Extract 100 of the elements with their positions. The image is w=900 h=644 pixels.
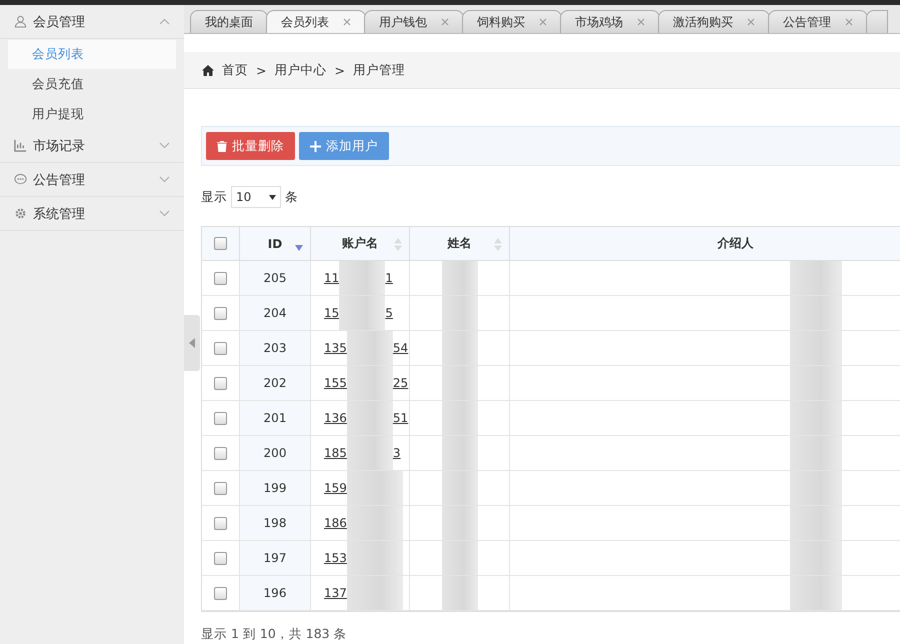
breadcrumb-separator: > xyxy=(334,62,345,78)
chevron-down-icon[interactable] xyxy=(159,142,170,149)
tab[interactable]: 用户钱包 xyxy=(364,10,464,33)
menu-group-label: 公告管理 xyxy=(33,172,86,188)
account-link[interactable]: 51 xyxy=(392,411,408,425)
blurred-area xyxy=(790,436,842,470)
row-checkbox[interactable] xyxy=(214,446,227,460)
table-summary: 显示 1 到 10，共 183 条 xyxy=(201,626,348,643)
close-icon[interactable] xyxy=(343,18,351,26)
select-all-checkbox[interactable] xyxy=(214,237,227,250)
row-checkbox[interactable] xyxy=(214,342,227,354)
account-link[interactable]: 5 xyxy=(385,306,393,320)
chevron-down-icon[interactable] xyxy=(159,176,170,183)
blurred-area xyxy=(346,366,393,400)
account-link[interactable]: 136 xyxy=(324,411,347,425)
row-checkbox[interactable] xyxy=(214,376,227,390)
tab[interactable]: 我的桌面 xyxy=(190,10,268,33)
blurred-area xyxy=(442,541,478,575)
entries-label: 条 xyxy=(285,188,298,206)
account-link[interactable]: 135 xyxy=(324,341,347,355)
blurred-area xyxy=(442,506,478,540)
row-checkbox[interactable] xyxy=(214,272,227,284)
account-link[interactable]: 11 xyxy=(324,271,340,285)
menu-item[interactable]: 用户提现 xyxy=(8,100,176,129)
tab[interactable] xyxy=(866,10,888,33)
row-checkbox[interactable] xyxy=(214,516,227,530)
blurred-area xyxy=(790,366,842,400)
page-size-select[interactable]: 10 xyxy=(231,186,281,208)
row-checkbox[interactable] xyxy=(214,586,227,600)
chart-icon xyxy=(14,139,27,152)
account-link[interactable]: 185 xyxy=(324,446,347,460)
column-header[interactable]: ID xyxy=(240,227,311,261)
close-icon[interactable] xyxy=(747,18,755,26)
breadcrumb-separator: > xyxy=(256,62,266,78)
blurred-area xyxy=(346,576,403,610)
column-header[interactable]: 介绍人 xyxy=(510,227,900,261)
column-header[interactable]: 账户名 xyxy=(311,227,410,261)
show-label: 显示 xyxy=(201,188,227,206)
account-link[interactable]: 137 xyxy=(324,586,347,600)
id-cell: 205 xyxy=(240,261,311,296)
blurred-area xyxy=(442,331,478,365)
blurred-area xyxy=(442,366,478,400)
tab[interactable]: 公告管理 xyxy=(768,10,868,33)
chevron-down-icon[interactable] xyxy=(159,210,170,217)
blurred-area xyxy=(790,471,842,505)
breadcrumb-link[interactable]: 用户管理 xyxy=(352,62,405,78)
caret-icon xyxy=(269,194,276,200)
id-cell: 199 xyxy=(240,471,311,506)
home-icon[interactable] xyxy=(202,64,214,76)
account-link[interactable]: 25 xyxy=(392,376,408,390)
id-cell: 201 xyxy=(240,401,311,436)
tab[interactable]: 激活狗购买 xyxy=(658,10,770,33)
blurred-area xyxy=(339,261,386,295)
close-icon[interactable] xyxy=(637,18,645,26)
tab[interactable]: 市场鸡场 xyxy=(560,10,660,33)
blurred-area xyxy=(442,576,478,610)
blurred-area xyxy=(790,506,842,540)
blurred-area xyxy=(346,506,403,540)
trash-icon xyxy=(217,140,227,152)
close-icon[interactable] xyxy=(441,18,449,26)
tab[interactable]: 饲料购买 xyxy=(462,10,562,33)
row-checkbox[interactable] xyxy=(214,306,227,320)
account-link[interactable]: 155 xyxy=(324,376,347,390)
menu-item[interactable]: 会员充值 xyxy=(8,70,176,99)
row-checkbox[interactable] xyxy=(214,482,227,494)
id-cell: 200 xyxy=(240,436,311,471)
menu-group-label: 会员管理 xyxy=(33,14,86,30)
row-checkbox[interactable] xyxy=(214,552,227,564)
account-link[interactable]: 3 xyxy=(392,446,401,460)
tab[interactable]: 会员列表 xyxy=(266,10,366,33)
breadcrumb-link[interactable]: 首页 xyxy=(222,62,248,78)
chevron-up-icon[interactable] xyxy=(159,18,170,25)
blurred-area xyxy=(346,401,393,435)
close-icon[interactable] xyxy=(845,18,853,26)
account-link[interactable]: 54 xyxy=(392,341,408,355)
menu-group-label: 系统管理 xyxy=(33,206,86,222)
column-header[interactable]: 姓名 xyxy=(410,227,510,261)
breadcrumb-link[interactable]: 用户中心 xyxy=(274,62,326,78)
id-cell: 198 xyxy=(240,506,311,541)
account-link[interactable]: 15 xyxy=(324,306,340,320)
blurred-area xyxy=(442,471,478,505)
sort-desc-icon[interactable] xyxy=(295,242,303,252)
close-icon[interactable] xyxy=(539,18,547,26)
row-checkbox[interactable] xyxy=(214,412,227,424)
blurred-area xyxy=(346,331,393,365)
blurred-area xyxy=(442,261,478,295)
chat-icon xyxy=(14,173,27,186)
account-link[interactable]: 1 xyxy=(385,271,393,285)
id-cell: 203 xyxy=(240,331,311,366)
account-link[interactable]: 186 xyxy=(324,516,347,530)
blurred-area xyxy=(790,296,842,330)
id-cell: 204 xyxy=(240,296,311,331)
id-cell: 197 xyxy=(240,541,311,576)
blurred-area xyxy=(442,436,478,470)
collapse-handle[interactable] xyxy=(184,315,200,371)
blurred-area xyxy=(790,541,842,575)
account-link[interactable]: 153 xyxy=(324,551,347,565)
blurred-area xyxy=(790,261,842,295)
delete-button[interactable]: 批量删除 xyxy=(206,132,295,160)
account-link[interactable]: 159 xyxy=(324,481,347,495)
